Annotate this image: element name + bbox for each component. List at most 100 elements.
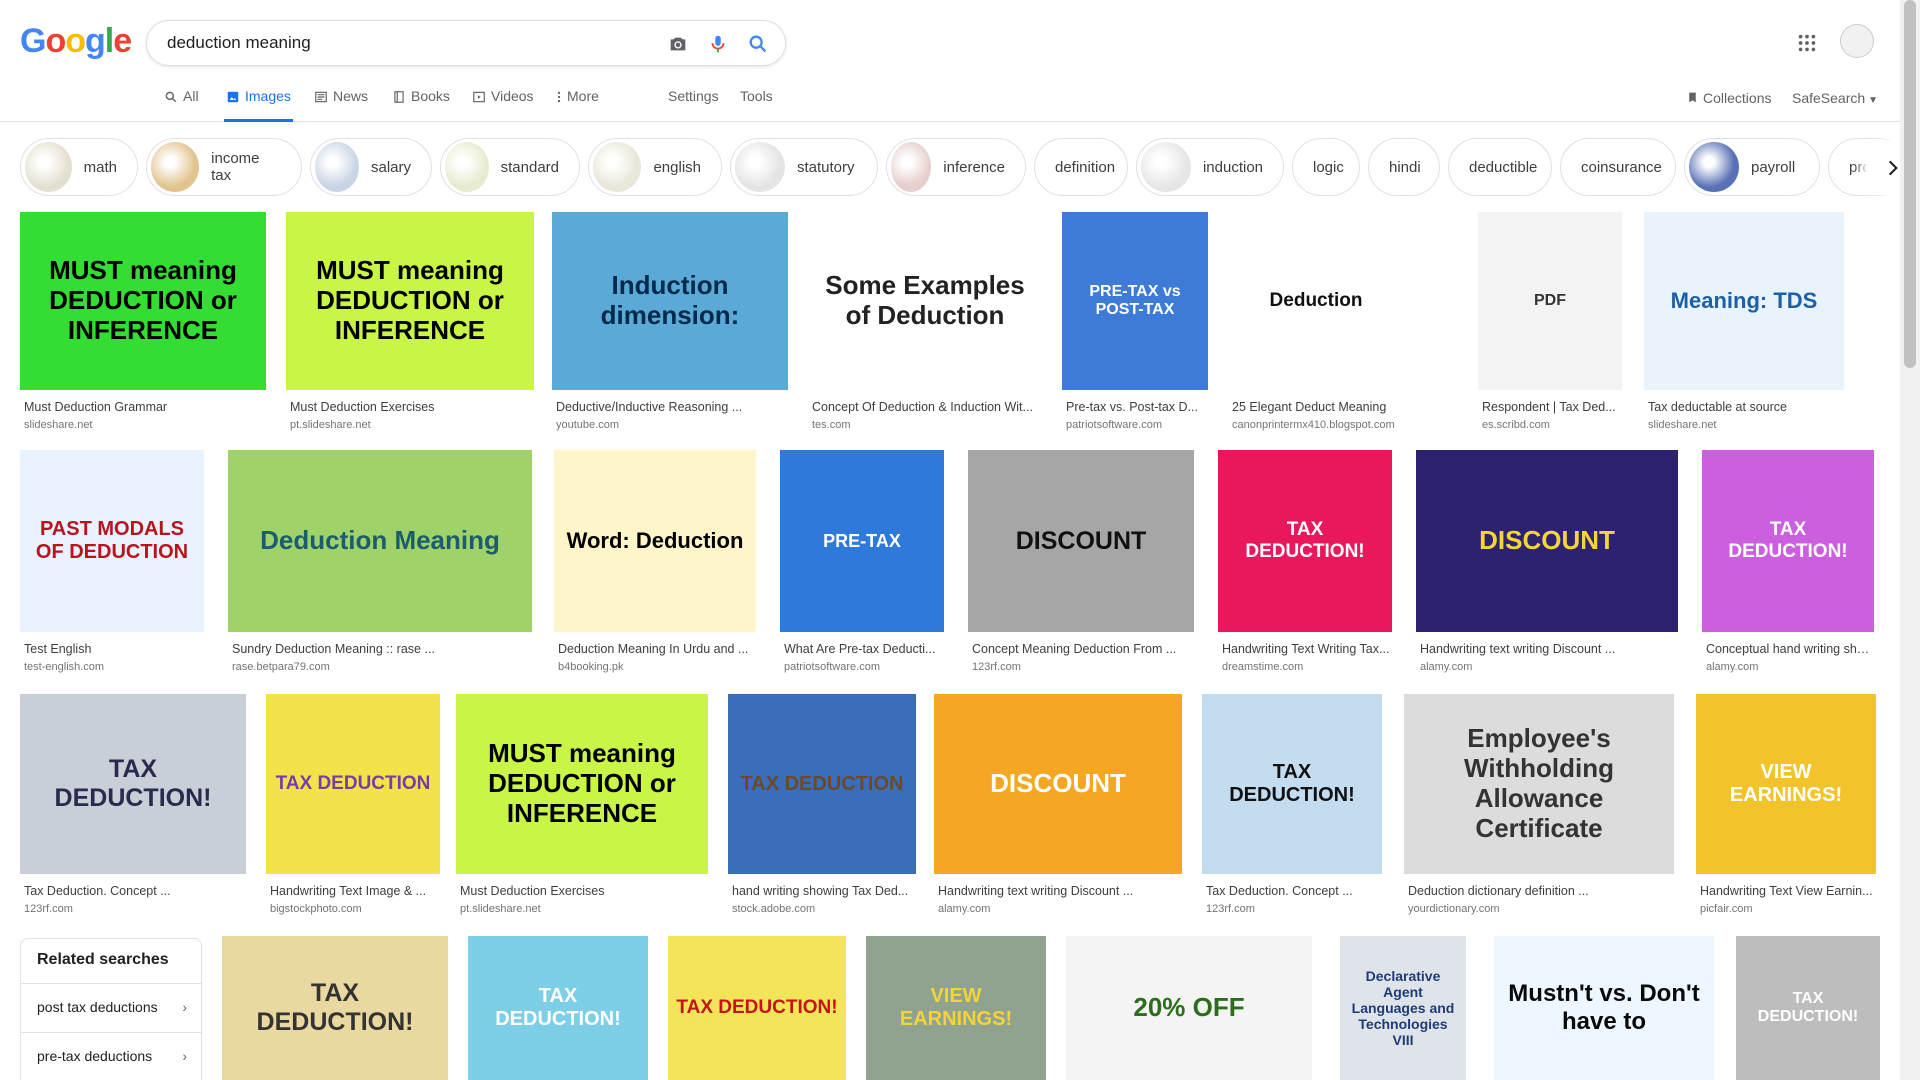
image-result[interactable]: TAX DEDUCTION!: [1736, 936, 1880, 1080]
result-thumbnail[interactable]: Declarative Agent Languages and Technolo…: [1340, 936, 1466, 1080]
tab-videos[interactable]: Videos: [472, 88, 534, 122]
image-result[interactable]: Meaning: TDS Tax deductable at source slid…: [1644, 212, 1844, 436]
chip-english[interactable]: english: [588, 138, 722, 196]
scrollbar-thumb[interactable]: [1904, 0, 1916, 368]
safesearch-menu[interactable]: SafeSearch ▼: [1792, 90, 1878, 106]
chip-coinsurance[interactable]: coinsurance: [1560, 138, 1676, 196]
chip-standard[interactable]: standard: [440, 138, 580, 196]
chip-payroll[interactable]: payroll: [1684, 138, 1820, 196]
result-thumbnail[interactable]: VIEW EARNINGS!: [1696, 694, 1876, 874]
tab-images[interactable]: Images: [224, 88, 293, 122]
result-caption[interactable]: Concept Of Deduction & Induction Wit...: [812, 400, 1040, 414]
collections-link[interactable]: Collections: [1686, 90, 1771, 106]
image-result[interactable]: Declarative Agent Languages and Technolo…: [1340, 936, 1466, 1080]
image-result[interactable]: TAX DEDUCTION!: [668, 936, 846, 1080]
image-result[interactable]: PRE-TAX What Are Pre-tax Deducti... patrio…: [780, 450, 944, 678]
chip-income-tax[interactable]: income tax: [146, 138, 302, 196]
result-caption[interactable]: Test English: [24, 642, 202, 656]
result-thumbnail[interactable]: TAX DEDUCTION!: [468, 936, 648, 1080]
image-result[interactable]: DISCOUNT Handwriting text writing Discoun…: [934, 694, 1182, 920]
settings-link[interactable]: Settings: [668, 88, 719, 122]
result-caption[interactable]: Concept Meaning Deduction From ...: [972, 642, 1192, 656]
result-caption[interactable]: Handwriting text writing Discount ...: [938, 884, 1180, 898]
search-input[interactable]: [167, 32, 647, 54]
chip-math[interactable]: math: [20, 138, 138, 196]
result-thumbnail[interactable]: Mustn't vs. Don't have to: [1494, 936, 1714, 1080]
account-avatar[interactable]: [1840, 24, 1874, 58]
tab-news[interactable]: News: [314, 88, 368, 122]
result-thumbnail[interactable]: Deduction: [1228, 212, 1404, 390]
chip-logic[interactable]: logic: [1292, 138, 1360, 196]
result-thumbnail[interactable]: TAX DEDUCTION: [266, 694, 440, 874]
chip-statutory[interactable]: statutory: [730, 138, 878, 196]
result-caption[interactable]: Tax deductable at source: [1648, 400, 1842, 414]
result-caption[interactable]: Deduction Meaning In Urdu and ...: [558, 642, 754, 656]
result-thumbnail[interactable]: Some Examples of Deduction: [808, 212, 1042, 390]
image-result[interactable]: Deduction Meaning Sundry Deduction Meanin…: [228, 450, 532, 678]
result-thumbnail[interactable]: TAX DEDUCTION!: [222, 936, 448, 1080]
image-result[interactable]: MUST meaning DEDUCTION or INFERENCE Must …: [286, 212, 534, 436]
chip-deductible[interactable]: deductible: [1448, 138, 1552, 196]
image-result[interactable]: DISCOUNT Concept Meaning Deduction From .…: [968, 450, 1194, 678]
result-caption[interactable]: What Are Pre-tax Deducti...: [784, 642, 942, 656]
result-thumbnail[interactable]: Word: Deduction: [554, 450, 756, 632]
page-scrollbar[interactable]: [1900, 0, 1920, 1080]
result-thumbnail[interactable]: PAST MODALS OF DEDUCTION: [20, 450, 204, 632]
result-caption[interactable]: Must Deduction Exercises: [460, 884, 706, 898]
result-thumbnail[interactable]: DISCOUNT: [968, 450, 1194, 632]
image-result[interactable]: PDF Respondent | Tax Ded... es.scribd.com: [1478, 212, 1622, 436]
result-thumbnail[interactable]: PRE-TAX: [780, 450, 944, 632]
result-caption[interactable]: Deductive/Inductive Reasoning ...: [556, 400, 786, 414]
result-caption[interactable]: Handwriting Text Image & ...: [270, 884, 438, 898]
result-caption[interactable]: Must Deduction Exercises: [290, 400, 532, 414]
result-caption[interactable]: Conceptual hand writing sho...: [1706, 642, 1872, 656]
result-caption[interactable]: Handwriting Text View Earnin...: [1700, 884, 1874, 898]
result-thumbnail[interactable]: TAX DEDUCTION!: [668, 936, 846, 1080]
image-result[interactable]: TAX DEDUCTION! Conceptual hand writing sh…: [1702, 450, 1874, 678]
tab-all[interactable]: All: [164, 88, 199, 122]
result-thumbnail[interactable]: TAX DEDUCTION!: [1702, 450, 1874, 632]
result-thumbnail[interactable]: Deduction Meaning: [228, 450, 532, 632]
image-result[interactable]: TAX DEDUCTION Handwriting Text Image & ..…: [266, 694, 440, 920]
result-caption[interactable]: Must Deduction Grammar: [24, 400, 264, 414]
google-logo[interactable]: Google: [20, 22, 132, 61]
result-caption[interactable]: Handwriting Text Writing Tax...: [1222, 642, 1390, 656]
result-caption[interactable]: 25 Elegant Deduct Meaning: [1232, 400, 1402, 414]
tab-books[interactable]: Books: [392, 88, 450, 122]
image-result[interactable]: TAX DEDUCTION hand writing showing Tax De…: [728, 694, 916, 920]
result-caption[interactable]: Handwriting text writing Discount ...: [1420, 642, 1676, 656]
image-result[interactable]: Induction dimension: Deductive/Inductive …: [552, 212, 788, 436]
related-item[interactable]: pre-tax deductions ›: [21, 1032, 201, 1080]
result-thumbnail[interactable]: TAX DEDUCTION!: [1218, 450, 1392, 632]
result-thumbnail[interactable]: MUST meaning DEDUCTION or INFERENCE: [456, 694, 708, 874]
image-result[interactable]: Mustn't vs. Don't have to: [1494, 936, 1714, 1080]
image-result[interactable]: PAST MODALS OF DEDUCTION Test English test…: [20, 450, 204, 678]
result-caption[interactable]: Sundry Deduction Meaning :: rase ...: [232, 642, 530, 656]
image-result[interactable]: TAX DEDUCTION! Tax Deduction. Concept ...…: [1202, 694, 1382, 920]
chip-inference[interactable]: inference: [886, 138, 1026, 196]
image-result[interactable]: MUST meaning DEDUCTION or INFERENCE Must …: [20, 212, 266, 436]
result-thumbnail[interactable]: PRE-TAX vs POST-TAX: [1062, 212, 1208, 390]
tools-link[interactable]: Tools: [740, 88, 773, 122]
result-thumbnail[interactable]: DISCOUNT: [934, 694, 1182, 874]
result-thumbnail[interactable]: TAX DEDUCTION!: [20, 694, 246, 874]
camera-icon[interactable]: [667, 33, 689, 55]
result-thumbnail[interactable]: TAX DEDUCTION: [728, 694, 916, 874]
apps-grid-icon[interactable]: [1796, 32, 1818, 54]
image-result[interactable]: 20% OFF: [1066, 936, 1312, 1080]
result-thumbnail[interactable]: Induction dimension:: [552, 212, 788, 390]
image-result[interactable]: DISCOUNT Handwriting text writing Discoun…: [1416, 450, 1678, 678]
result-thumbnail[interactable]: 20% OFF: [1066, 936, 1312, 1080]
result-caption[interactable]: Respondent | Tax Ded...: [1482, 400, 1620, 414]
image-result[interactable]: TAX DEDUCTION! Handwriting Text Writing T…: [1218, 450, 1392, 678]
result-caption[interactable]: Pre-tax vs. Post-tax D...: [1066, 400, 1206, 414]
image-result[interactable]: VIEW EARNINGS!: [866, 936, 1046, 1080]
result-caption[interactable]: hand writing showing Tax Ded...: [732, 884, 914, 898]
result-thumbnail[interactable]: Meaning: TDS: [1644, 212, 1844, 390]
result-thumbnail[interactable]: MUST meaning DEDUCTION or INFERENCE: [20, 212, 266, 390]
result-thumbnail[interactable]: VIEW EARNINGS!: [866, 936, 1046, 1080]
image-result[interactable]: TAX DEDUCTION! Tax Deduction. Concept ...…: [20, 694, 246, 920]
image-result[interactable]: VIEW EARNINGS! Handwriting Text View Earn…: [1696, 694, 1876, 920]
image-result[interactable]: TAX DEDUCTION!: [222, 936, 448, 1080]
tab-more[interactable]: More: [556, 88, 599, 122]
